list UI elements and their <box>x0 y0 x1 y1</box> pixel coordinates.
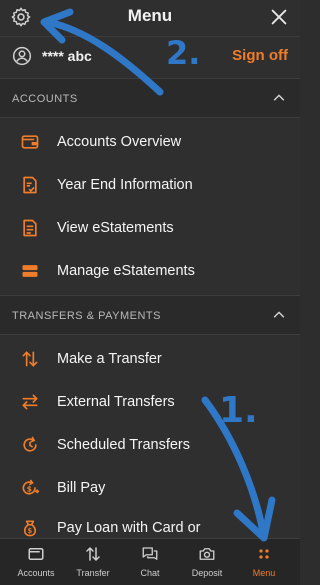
swap-horizontal-icon <box>22 394 38 410</box>
menu-item-label: Manage eStatements <box>57 263 195 279</box>
transfer-icon <box>86 546 100 562</box>
page-title: Menu <box>127 6 173 25</box>
menu-item-label: External Transfers <box>57 394 175 410</box>
app-screen: Menu **** abc Sign off ACCOUNTS Accounts… <box>0 0 300 585</box>
svg-text:$: $ <box>28 527 33 535</box>
menu-item-label: Year End Information <box>57 177 193 193</box>
chat-icon <box>142 547 158 560</box>
menu-dots-icon <box>259 549 269 559</box>
menu-item-manage-estatements[interactable]: Manage eStatements <box>0 250 300 293</box>
chevron-up-icon <box>273 94 285 101</box>
menu-item-label: View eStatements <box>57 220 174 236</box>
annotation-label-1: 1. <box>219 390 258 431</box>
user-row: **** abc Sign off <box>0 36 300 76</box>
scheduled-icon <box>23 436 37 452</box>
close-icon[interactable] <box>268 6 290 28</box>
nav-deposit[interactable]: Deposit <box>177 539 237 585</box>
chevron-up-icon <box>273 311 285 318</box>
section-header-accounts[interactable]: ACCOUNTS <box>0 78 300 118</box>
bottom-nav: Accounts Transfer Chat Deposit Menu <box>0 538 300 585</box>
menu-item-accounts-overview[interactable]: Accounts Overview <box>0 121 300 164</box>
nav-label: Accounts <box>17 568 55 578</box>
accounts-icon <box>28 548 44 560</box>
section-header-transfers-payments[interactable]: TRANSFERS & PAYMENTS <box>0 295 300 335</box>
svg-text:$: $ <box>27 484 32 493</box>
menu-item-label: Pay Loan with Card or <box>57 520 201 536</box>
nav-label: Deposit <box>191 568 223 578</box>
nav-menu[interactable]: Menu <box>234 539 294 585</box>
nav-accounts[interactable]: Accounts <box>6 539 66 585</box>
document-icon <box>23 219 37 237</box>
menu-item-label: Accounts Overview <box>57 134 182 150</box>
document-check-icon <box>23 176 37 194</box>
bill-pay-icon: $ <box>22 479 40 495</box>
loan-icon: $ <box>23 520 37 537</box>
nav-label: Chat <box>140 568 160 578</box>
menu-item-label: Make a Transfer <box>57 351 162 367</box>
menu-item-view-estatements[interactable]: View eStatements <box>0 207 300 250</box>
section-label: ACCOUNTS <box>12 93 78 105</box>
menu-item-label: Scheduled Transfers <box>57 437 190 453</box>
nav-label: Menu <box>252 568 276 578</box>
username: **** abc <box>42 48 92 64</box>
camera-icon <box>199 548 215 560</box>
menu-item-year-end-information[interactable]: Year End Information <box>0 164 300 207</box>
nav-chat[interactable]: Chat <box>120 539 180 585</box>
nav-transfer[interactable]: Transfer <box>63 539 123 585</box>
menu-item-label: Bill Pay <box>57 480 106 496</box>
menu-item-make-a-transfer[interactable]: Make a Transfer <box>0 338 300 381</box>
section-label: TRANSFERS & PAYMENTS <box>12 310 161 322</box>
menu-item-bill-pay[interactable]: $ Bill Pay <box>0 467 300 510</box>
header: Menu <box>0 0 300 34</box>
avatar-icon <box>12 46 32 66</box>
sign-off-button[interactable]: Sign off <box>232 47 288 64</box>
nav-label: Transfer <box>76 568 110 578</box>
annotation-label-2: 2. <box>166 34 201 72</box>
stack-icon <box>22 265 38 277</box>
swap-vertical-icon <box>22 351 38 367</box>
wallet-icon <box>21 135 39 149</box>
